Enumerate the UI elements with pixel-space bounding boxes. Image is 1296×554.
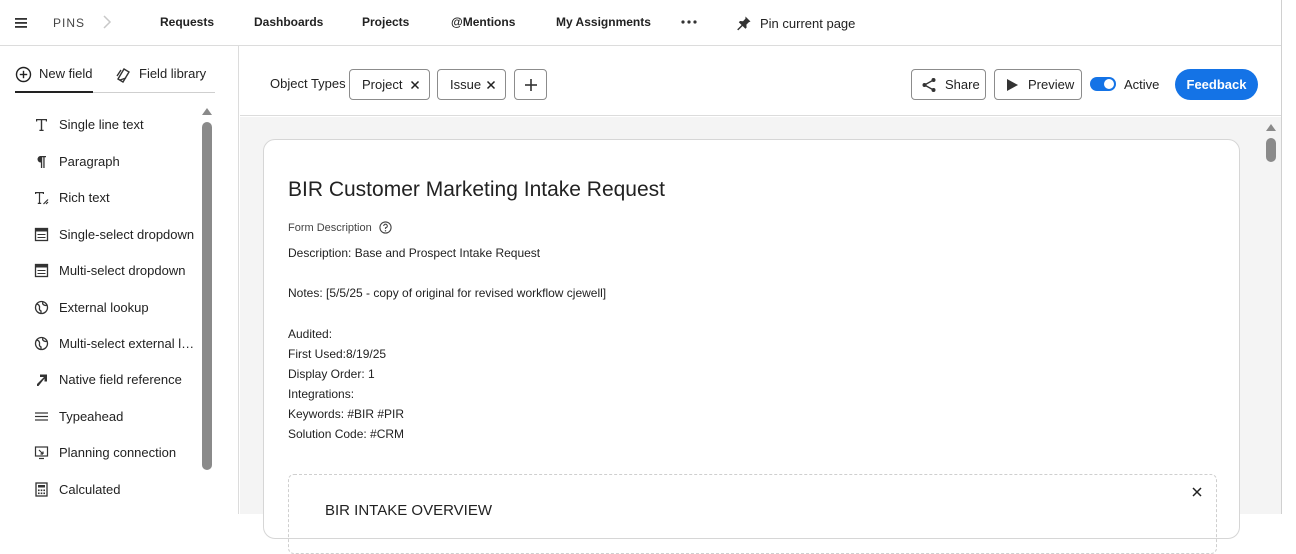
- plus-icon: [525, 79, 537, 91]
- tab-new-field-label: New field: [39, 66, 93, 81]
- form-card: BIR Customer Marketing Intake Request Fo…: [263, 139, 1240, 554]
- preview-button[interactable]: Preview: [994, 69, 1082, 100]
- pin-current-page-button[interactable]: Pin current page: [736, 12, 855, 34]
- plus-circle-icon: [15, 66, 32, 83]
- field-list-scrollbar-thumb[interactable]: [202, 122, 212, 470]
- field-item-rich-text[interactable]: Rich text: [34, 187, 199, 207]
- library-icon: [116, 68, 130, 83]
- object-types-label: Object Types: [270, 76, 346, 91]
- field-item-native-field-reference[interactable]: Native field reference: [34, 369, 199, 389]
- help-icon[interactable]: [379, 221, 392, 234]
- calculator-icon: [35, 481, 48, 497]
- connection-icon: [34, 445, 49, 459]
- hamburger-menu-icon[interactable]: [14, 16, 30, 30]
- chip-label: Project: [362, 77, 403, 92]
- field-item-typeahead[interactable]: Typeahead: [34, 406, 199, 426]
- feedback-button[interactable]: Feedback: [1175, 69, 1258, 100]
- description-line: First Used:8/19/25: [288, 347, 387, 361]
- field-item-planning-connection[interactable]: Planning connection: [34, 442, 199, 462]
- nav-mentions[interactable]: @Mentions: [451, 15, 515, 29]
- object-type-chip-project[interactable]: Project: [349, 69, 430, 100]
- field-item-external-lookup[interactable]: External lookup: [34, 297, 199, 317]
- add-object-type-button[interactable]: [514, 69, 547, 100]
- section-title[interactable]: BIR INTAKE OVERVIEW: [325, 502, 492, 519]
- more-options-icon[interactable]: [680, 14, 698, 30]
- form-section[interactable]: BIR INTAKE OVERVIEW: [288, 474, 1217, 554]
- pilcrow-icon: [37, 155, 46, 168]
- pin-label: Pin current page: [760, 15, 856, 31]
- play-icon: [1007, 78, 1018, 91]
- toggle-knob: [1104, 79, 1114, 89]
- dropdown-icon: [34, 263, 49, 277]
- nav-my-assignments[interactable]: My Assignments: [556, 15, 651, 29]
- active-toggle[interactable]: [1090, 77, 1116, 91]
- pin-icon: [737, 16, 751, 31]
- field-item-multi-select-dropdown[interactable]: Multi-select dropdown: [34, 260, 199, 280]
- form-toolbar: Object Types Project Issue Share Preview…: [240, 46, 1281, 116]
- field-item-single-select-dropdown[interactable]: Single-select dropdown: [34, 224, 199, 244]
- share-label: Share: [945, 77, 980, 92]
- globe-icon: [34, 336, 49, 350]
- lines-icon: [35, 411, 48, 421]
- preview-label: Preview: [1028, 77, 1075, 92]
- form-canvas: BIR Customer Marketing Intake Request Fo…: [240, 117, 1281, 554]
- palette-tabs: New field Field library: [15, 66, 215, 93]
- nav-requests[interactable]: Requests: [160, 15, 214, 29]
- chip-label: Issue: [450, 77, 482, 92]
- dropdown-icon: [34, 227, 49, 241]
- field-palette: New field Field library Single line text…: [0, 46, 239, 514]
- field-item-single-line-text[interactable]: Single line text: [34, 114, 199, 134]
- tab-field-library-label: Field library: [139, 66, 207, 81]
- field-item-calculated[interactable]: Calculated: [34, 479, 199, 499]
- share-icon: [922, 77, 936, 92]
- description-line: Description: Base and Prospect Intake Re…: [288, 246, 541, 260]
- canvas-scrollbar-thumb[interactable]: [1266, 138, 1276, 162]
- description-line: Keywords: #BIR #PIR: [288, 407, 405, 421]
- share-button[interactable]: Share: [911, 69, 986, 100]
- chevron-right-icon: [103, 15, 112, 29]
- text-icon: [36, 118, 47, 131]
- field-item-paragraph[interactable]: Paragraph: [34, 151, 199, 171]
- tab-new-field[interactable]: New field: [15, 66, 93, 93]
- top-nav-bar: PINS Requests Dashboards Projects @Menti…: [0, 0, 1282, 46]
- description-line: Display Order: 1: [288, 367, 375, 381]
- description-line: Notes: [5/5/25 - copy of original for re…: [288, 286, 607, 300]
- nav-dashboards[interactable]: Dashboards: [254, 15, 323, 29]
- globe-icon: [34, 300, 49, 314]
- description-line: Solution Code: #CRM: [288, 427, 405, 441]
- scroll-up-arrow-icon[interactable]: [201, 106, 213, 116]
- active-label: Active: [1124, 77, 1160, 92]
- object-type-chip-issue[interactable]: Issue: [437, 69, 506, 100]
- field-item-multi-select-external-lookup[interactable]: Multi-select external lo...: [34, 333, 199, 353]
- page-scrollbar-track[interactable]: [1281, 0, 1296, 514]
- tab-field-library[interactable]: Field library: [115, 66, 206, 93]
- arrow-icon: [37, 374, 47, 386]
- remove-chip-icon[interactable]: [410, 80, 420, 90]
- remove-chip-icon[interactable]: [486, 80, 496, 90]
- nav-projects[interactable]: Projects: [362, 15, 409, 29]
- description-line: Integrations:: [288, 387, 355, 401]
- close-icon[interactable]: [1192, 487, 1202, 497]
- scroll-up-arrow-icon[interactable]: [1265, 122, 1277, 132]
- form-title[interactable]: BIR Customer Marketing Intake Request: [288, 178, 665, 202]
- rich-text-icon: [35, 191, 49, 204]
- description-line: Audited:: [288, 327, 333, 341]
- form-description-label: Form Description: [288, 221, 392, 234]
- brand-name[interactable]: PINS: [53, 16, 85, 30]
